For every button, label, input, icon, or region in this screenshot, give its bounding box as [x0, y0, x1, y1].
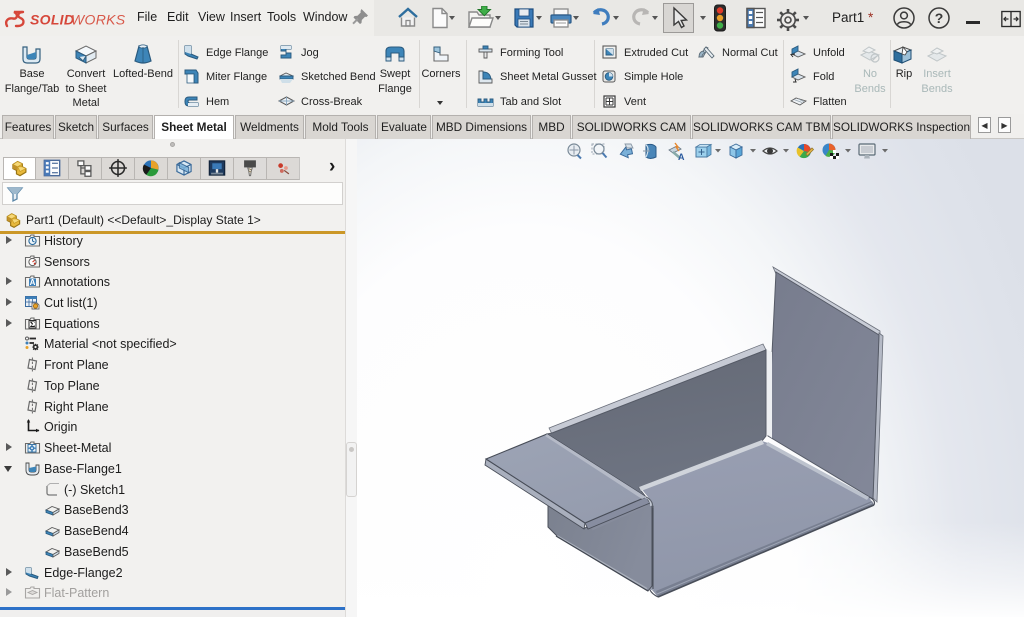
svg-text:A: A [30, 278, 36, 287]
svg-text:?: ? [935, 10, 944, 26]
svg-text:Σ: Σ [30, 319, 36, 329]
svg-text:SOLID: SOLID [30, 12, 74, 28]
svg-text:WORKS: WORKS [71, 12, 126, 28]
